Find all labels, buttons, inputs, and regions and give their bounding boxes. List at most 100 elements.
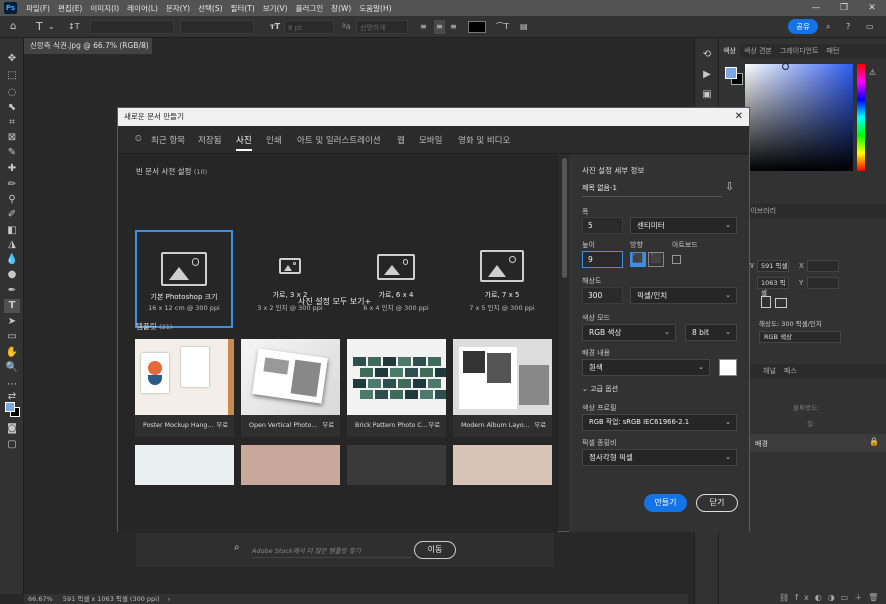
dialog-tab[interactable]: 사진 <box>236 134 252 151</box>
panel-tab[interactable]: 채널 <box>759 364 780 378</box>
eraser-tool-icon[interactable]: ◧ <box>4 224 20 238</box>
character-panel-icon[interactable]: ▤ <box>520 20 528 34</box>
share-button[interactable]: 공유 <box>788 19 818 34</box>
dialog-tab[interactable]: 저장됨 <box>198 134 221 146</box>
mode-select[interactable]: RGB 색상 <box>759 331 841 343</box>
menu-item[interactable]: 파일(F) <box>22 3 54 14</box>
document-name-field[interactable]: 제목 없음-1 <box>582 183 722 197</box>
color-profile-select[interactable]: RGB 작업: sRGB IEC61966-2.1 ⌄ <box>582 414 737 431</box>
create-button[interactable]: 만들기 <box>644 494 687 512</box>
font-family-select[interactable] <box>90 20 174 34</box>
template-card[interactable]: Brick Pattern Photo C... 무료 <box>347 339 446 437</box>
comments-panel-icon[interactable]: ▣ <box>699 88 715 102</box>
menu-item[interactable]: 레이어(L) <box>123 3 162 14</box>
view-all-presets-link[interactable]: 사진 설정 모두 보기+ <box>298 296 371 307</box>
preset-card[interactable]: 가로, 6 x 46 x 4 인치 @ 300 ppi <box>347 230 445 328</box>
text-color-swatch[interactable] <box>468 21 486 33</box>
crop-tool-icon[interactable]: ⌗ <box>4 116 20 130</box>
dialog-tab[interactable]: 모바일 <box>419 134 442 146</box>
dialog-close-icon[interactable]: ✕ <box>735 108 743 126</box>
paint-bucket-tool-icon[interactable]: ◮ <box>4 238 20 252</box>
width-unit-select[interactable]: 센티미터 ⌄ <box>630 217 737 234</box>
rectangle-tool-icon[interactable]: ▭ <box>4 330 20 344</box>
zoom-level[interactable]: 66.67% <box>28 595 53 603</box>
template-card[interactable] <box>453 445 552 485</box>
search-icon[interactable]: ⌕ <box>826 20 830 34</box>
history-brush-tool-icon[interactable]: ✐ <box>4 208 20 222</box>
warp-text-icon[interactable]: ⌒T <box>496 20 509 34</box>
template-card[interactable] <box>135 445 234 485</box>
presets-scrollbar[interactable] <box>562 158 567 278</box>
template-card[interactable]: Poster Mockup Hang... 무료 <box>135 339 234 437</box>
portrait-orientation-icon[interactable]: ⬛ <box>630 252 646 267</box>
landscape-icon[interactable] <box>775 298 787 308</box>
advanced-options-toggle[interactable]: ⌄ 고급 옵션 <box>582 384 618 394</box>
foreground-color-swatch[interactable] <box>5 402 15 412</box>
height-field[interactable]: 1063 픽셀 <box>757 277 789 297</box>
foreground-swatch[interactable] <box>725 67 737 79</box>
eyedropper-tool-icon[interactable]: ✎ <box>4 146 20 160</box>
font-style-select[interactable] <box>180 20 254 34</box>
align-center-icon[interactable]: ≡ <box>434 20 445 34</box>
type-tool-icon[interactable]: T <box>36 20 43 34</box>
template-card[interactable]: Open Vertical Photo... 무료 <box>241 339 340 437</box>
menu-item[interactable]: 이미지(I) <box>86 3 123 14</box>
move-tool-icon[interactable]: ✥ <box>4 52 20 66</box>
screen-mode-icon[interactable]: ▢ <box>4 438 20 452</box>
lock-icon[interactable]: 🔒 <box>869 437 879 446</box>
path-select-tool-icon[interactable]: ➤ <box>4 315 20 329</box>
menu-item[interactable]: 보기(V) <box>259 3 292 14</box>
blur-tool-icon[interactable]: 💧 <box>4 253 20 267</box>
font-size-field[interactable]: 8 pt <box>284 20 334 34</box>
pen-tool-icon[interactable]: ✒ <box>4 284 20 298</box>
color-picker-cursor[interactable] <box>782 63 789 70</box>
type-tool-icon[interactable]: T <box>4 299 20 313</box>
y-field[interactable] <box>807 277 839 289</box>
background-color-swatch[interactable] <box>719 359 737 376</box>
quick-select-tool-icon[interactable]: ⬉ <box>4 101 20 115</box>
workspace-icon[interactable]: ▭ <box>866 20 874 34</box>
zoom-tool-icon[interactable]: 🔍 <box>4 361 20 375</box>
document-tab[interactable]: 신랑측 식권.jpg @ 66.7% (RGB/8) × <box>24 38 152 54</box>
healing-brush-tool-icon[interactable]: ✚ <box>4 162 20 176</box>
close-window-icon[interactable]: ✕ <box>858 0 886 16</box>
menu-item[interactable]: 도움말(H) <box>355 3 395 14</box>
pixel-ratio-select[interactable]: 정사각형 픽셀 ⌄ <box>582 449 737 466</box>
status-arrow-icon[interactable]: › <box>168 595 171 603</box>
chevron-down-icon[interactable]: ⌄ <box>48 20 55 34</box>
stock-search-input[interactable]: Adobe Stock에서 더 많은 템플릿 찾기 <box>252 545 412 558</box>
history-panel-icon[interactable]: ⟲ <box>699 48 715 62</box>
dialog-tab[interactable]: 웹 <box>397 134 405 146</box>
width-field[interactable]: 591 픽셀 <box>757 260 789 272</box>
x-field[interactable] <box>807 260 839 272</box>
maximize-icon[interactable]: ❐ <box>830 0 858 16</box>
template-card[interactable]: Modern Album Layo... 무료 <box>453 339 552 437</box>
menu-item[interactable]: 문자(Y) <box>162 3 194 14</box>
panel-tab[interactable]: 그레이디언트 <box>776 44 823 58</box>
hand-tool-icon[interactable]: ✋ <box>4 346 20 360</box>
hue-slider[interactable] <box>857 64 865 171</box>
brush-tool-icon[interactable]: ✏ <box>4 178 20 192</box>
artboard-checkbox[interactable] <box>672 255 681 264</box>
menu-item[interactable]: 선택(S) <box>194 3 226 14</box>
color-mode-select[interactable]: RGB 색상 ⌄ <box>582 324 676 341</box>
preset-card[interactable]: 기본 Photoshop 크기 16 x 12 cm @ 300 ppi <box>135 230 233 328</box>
quick-mask-icon[interactable]: ◙ <box>4 422 20 436</box>
anti-alias-select[interactable]: 선명하게 <box>356 20 408 34</box>
height-field[interactable]: 9 <box>582 251 623 268</box>
menu-item[interactable]: 편집(E) <box>54 3 86 14</box>
color-field[interactable] <box>745 63 853 171</box>
menu-item[interactable]: 창(W) <box>327 3 355 14</box>
panel-tab[interactable]: 패스 <box>780 364 801 378</box>
panel-tab[interactable]: 색상 <box>719 44 740 58</box>
lasso-tool-icon[interactable]: ◌ <box>4 86 20 100</box>
layer-actions-icons[interactable]: ⛓fx◐◑▭＋🗑 <box>779 592 884 603</box>
dodge-tool-icon[interactable]: ● <box>4 268 20 282</box>
dialog-tab[interactable]: 아트 및 일러스트레이션 <box>297 134 381 146</box>
text-orientation-icon[interactable]: ↕T <box>68 20 80 34</box>
portrait-icon[interactable] <box>761 296 771 308</box>
landscape-orientation-icon[interactable]: ⬛ <box>648 252 664 267</box>
close-document-icon[interactable]: × <box>141 38 147 54</box>
actions-panel-icon[interactable]: ▶ <box>699 68 715 82</box>
clone-stamp-tool-icon[interactable]: ⚲ <box>4 193 20 207</box>
